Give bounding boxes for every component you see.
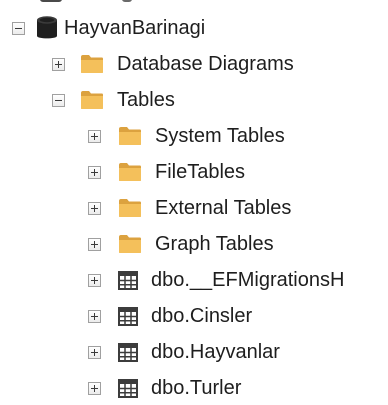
tree-node-table-turler[interactable]: dbo.Turler bbox=[0, 370, 241, 405]
tree-node-label: System Tables bbox=[155, 124, 285, 147]
tree-node-external-tables[interactable]: External Tables bbox=[0, 190, 291, 226]
tree-node-tables[interactable]: Tables bbox=[0, 82, 175, 118]
table-icon bbox=[118, 306, 138, 326]
folder-icon bbox=[81, 91, 103, 109]
tree-node-table-hayvanlar[interactable]: dbo.Hayvanlar bbox=[0, 334, 280, 370]
tree-node-label: Database Diagrams bbox=[117, 52, 294, 75]
tree-node-database-diagrams[interactable]: Database Diagrams bbox=[0, 46, 294, 82]
clipped-text-above bbox=[122, 0, 132, 2]
table-icon bbox=[118, 342, 138, 362]
tree-node-label: dbo.Cinsler bbox=[151, 304, 253, 327]
tree-node-label: HayvanBarinagi bbox=[64, 16, 206, 39]
object-explorer-tree: HayvanBarinagi Database Diagrams Tables … bbox=[0, 0, 388, 405]
tree-node-table-efmigrations[interactable]: dbo.__EFMigrationsH bbox=[0, 262, 344, 298]
tree-node-label: dbo.Hayvanlar bbox=[151, 340, 280, 363]
expand-toggle-icon[interactable] bbox=[88, 345, 101, 359]
table-icon bbox=[118, 270, 138, 290]
expand-toggle-icon[interactable] bbox=[88, 381, 101, 395]
folder-icon bbox=[81, 55, 103, 73]
tree-node-label: FileTables bbox=[155, 160, 246, 183]
expand-toggle-icon[interactable] bbox=[88, 165, 101, 179]
expand-toggle-icon[interactable] bbox=[88, 201, 101, 215]
tree-node-label: dbo.Turler bbox=[151, 376, 242, 399]
table-icon bbox=[118, 378, 138, 398]
tree-node-label: Graph Tables bbox=[155, 232, 274, 255]
tree-node-filetables[interactable]: FileTables bbox=[0, 154, 245, 190]
collapse-toggle-icon[interactable] bbox=[12, 21, 25, 35]
expand-toggle-icon[interactable] bbox=[88, 129, 101, 143]
tree-node-label: dbo.__EFMigrationsH bbox=[151, 268, 345, 291]
tree-node-system-tables[interactable]: System Tables bbox=[0, 118, 285, 154]
tree-node-database[interactable]: HayvanBarinagi bbox=[0, 10, 205, 46]
clipped-row-above bbox=[40, 0, 132, 4]
expand-toggle-icon[interactable] bbox=[88, 237, 101, 251]
folder-icon bbox=[119, 127, 141, 145]
expand-toggle-icon[interactable] bbox=[52, 57, 65, 71]
expand-toggle-icon[interactable] bbox=[88, 273, 101, 287]
folder-icon bbox=[119, 235, 141, 253]
expand-toggle-icon[interactable] bbox=[88, 309, 101, 323]
tree-node-table-cinsler[interactable]: dbo.Cinsler bbox=[0, 298, 252, 334]
collapse-toggle-icon[interactable] bbox=[52, 93, 65, 107]
tree-node-label: External Tables bbox=[155, 196, 292, 219]
tree-node-graph-tables[interactable]: Graph Tables bbox=[0, 226, 274, 262]
folder-icon bbox=[119, 163, 141, 181]
folder-icon bbox=[119, 199, 141, 217]
clipped-icon-above bbox=[40, 0, 62, 2]
tree-node-label: Tables bbox=[117, 88, 175, 111]
database-icon bbox=[37, 16, 57, 39]
